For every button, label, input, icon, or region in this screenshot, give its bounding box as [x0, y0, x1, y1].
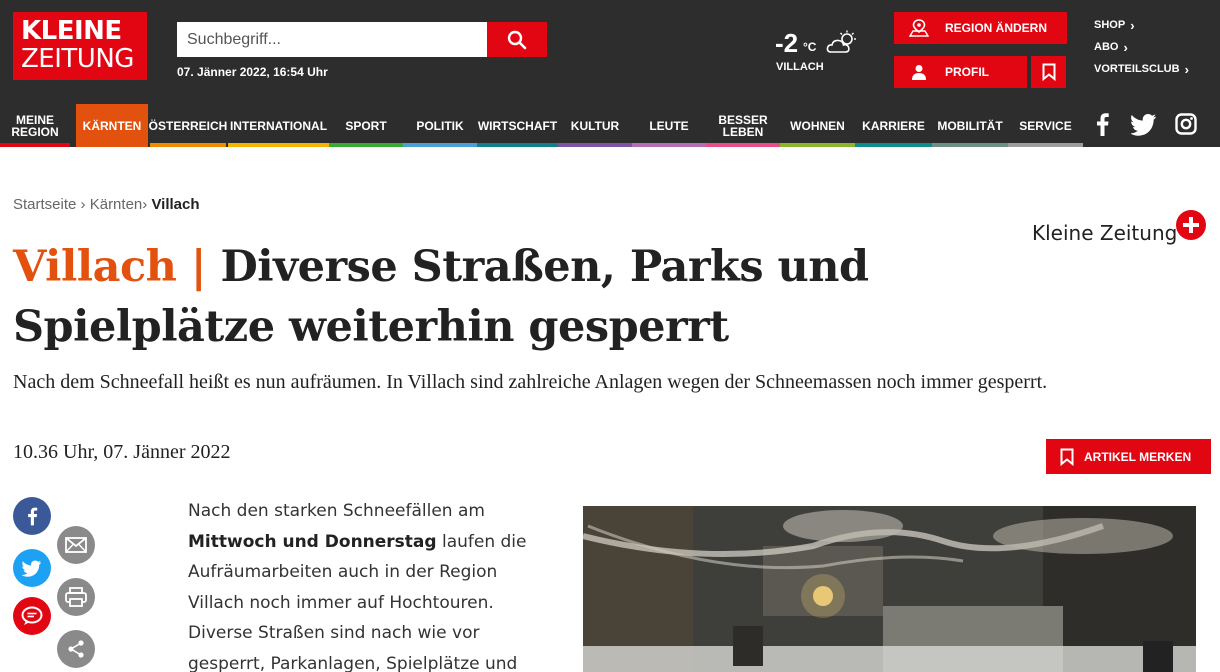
- nav-karriere[interactable]: KARRIERE: [855, 104, 932, 147]
- share-icon: [68, 640, 84, 658]
- weather-city: VILLACH: [776, 61, 824, 73]
- nav-wohnen[interactable]: WOHNEN: [780, 104, 855, 147]
- article-body: Nach den starken Schneefällen am Mittwoc…: [188, 501, 527, 672]
- follow-label[interactable]: Kleine Zeitung: [1032, 221, 1177, 245]
- partly-cloudy-icon: [826, 30, 856, 53]
- site-logo[interactable]: KLEINE ZEITUNG: [13, 12, 147, 80]
- profile-label: PROFIL: [945, 65, 989, 79]
- map-pin-icon: [909, 18, 929, 38]
- nav-sport[interactable]: SPORT: [329, 104, 403, 147]
- share-facebook-button[interactable]: [13, 497, 51, 535]
- nav-politik[interactable]: POLITIK: [403, 104, 477, 147]
- breadcrumb-separator: ›: [80, 196, 86, 213]
- weather-temperature: -2: [775, 28, 799, 58]
- nav-leute[interactable]: LEUTE: [632, 104, 706, 147]
- print-button[interactable]: [57, 578, 95, 616]
- logo-line2: ZEITUNG: [21, 44, 134, 74]
- instagram-icon[interactable]: [1175, 112, 1197, 136]
- bookmark-icon: [1042, 63, 1055, 81]
- vorteilsclub-link[interactable]: VORTEILSCLUB ›: [1094, 58, 1189, 80]
- nav-meine-region[interactable]: MEINE REGION: [0, 104, 70, 147]
- change-region-button[interactable]: REGION ÄNDERN: [894, 12, 1067, 44]
- share-comment-button[interactable]: [13, 597, 51, 635]
- article-body-emphasis: Mittwoch und Donnerstag: [188, 531, 437, 552]
- nav-besser-leben[interactable]: BESSER LEBEN: [706, 104, 780, 147]
- search-icon: [507, 30, 527, 49]
- nav-oesterreich[interactable]: ÖSTERREICH: [149, 104, 227, 147]
- twitter-icon: [22, 560, 41, 577]
- share-email-button[interactable]: [57, 526, 95, 564]
- logo-line1: KLEINE: [21, 16, 122, 46]
- save-article-button[interactable]: ARTIKEL MERKEN: [1046, 439, 1211, 474]
- current-date: 07. Jänner 2022, 16:54 Uhr: [177, 65, 328, 79]
- profile-button[interactable]: PROFIL: [894, 56, 1027, 88]
- nav-kultur[interactable]: KULTUR: [558, 104, 632, 147]
- shop-link[interactable]: SHOP ›: [1094, 14, 1189, 36]
- top-links: SHOP › ABO › VORTEILSCLUB ›: [1094, 14, 1189, 80]
- chevron-right-icon: ›: [1130, 17, 1135, 33]
- mail-icon: [65, 537, 87, 553]
- printer-icon: [65, 587, 87, 607]
- article-location: Villach |: [13, 242, 221, 292]
- share-twitter-button[interactable]: [13, 549, 51, 587]
- facebook-icon[interactable]: [1093, 112, 1111, 136]
- bookmark-icon: [1060, 448, 1074, 466]
- twitter-icon[interactable]: [1131, 112, 1157, 136]
- share-more-button[interactable]: [57, 630, 95, 668]
- change-region-label: REGION ÄNDERN: [945, 21, 1048, 35]
- comment-icon: [21, 606, 43, 625]
- search-button[interactable]: [487, 22, 547, 57]
- abo-link[interactable]: ABO ›: [1094, 36, 1189, 58]
- facebook-icon: [28, 507, 38, 526]
- chevron-right-icon: ›: [1123, 39, 1128, 55]
- site-header: KLEINE ZEITUNG 07. Jänner 2022, 16:54 Uh…: [0, 0, 1220, 147]
- article-photo[interactable]: [583, 506, 1196, 672]
- breadcrumb: Startseite › Kärnten› Villach: [13, 196, 200, 213]
- plus-icon: [1183, 217, 1199, 233]
- breadcrumb-separator: ›: [142, 196, 148, 213]
- article-photo-graphic: [583, 506, 1196, 672]
- article-lead: Nach dem Schneefall heißt es nun aufräum…: [13, 371, 1048, 393]
- breadcrumb-home[interactable]: Startseite: [13, 196, 76, 213]
- breadcrumb-current: Villach: [151, 196, 200, 213]
- follow-button[interactable]: [1176, 210, 1206, 240]
- nav-wirtschaft[interactable]: WIRTSCHAFT: [477, 104, 558, 147]
- chevron-right-icon: ›: [1184, 61, 1189, 77]
- bookmarks-button[interactable]: [1031, 56, 1066, 88]
- nav-international[interactable]: INTERNATIONAL: [228, 104, 329, 147]
- nav-mobilitaet[interactable]: MOBILITÄT: [932, 104, 1008, 147]
- weather-unit: °C: [803, 40, 817, 54]
- search-input[interactable]: [177, 22, 487, 57]
- nav-service[interactable]: SERVICE: [1008, 104, 1083, 147]
- article-published: 10.36 Uhr, 07. Jänner 2022: [13, 441, 231, 463]
- breadcrumb-section[interactable]: Kärnten: [90, 196, 143, 213]
- nav-kaernten[interactable]: KÄRNTEN: [76, 104, 148, 147]
- article-title: Villach | Diverse Straßen, Parks und Spi…: [13, 237, 1013, 357]
- user-icon: [909, 62, 929, 82]
- save-article-label: ARTIKEL MERKEN: [1084, 449, 1192, 464]
